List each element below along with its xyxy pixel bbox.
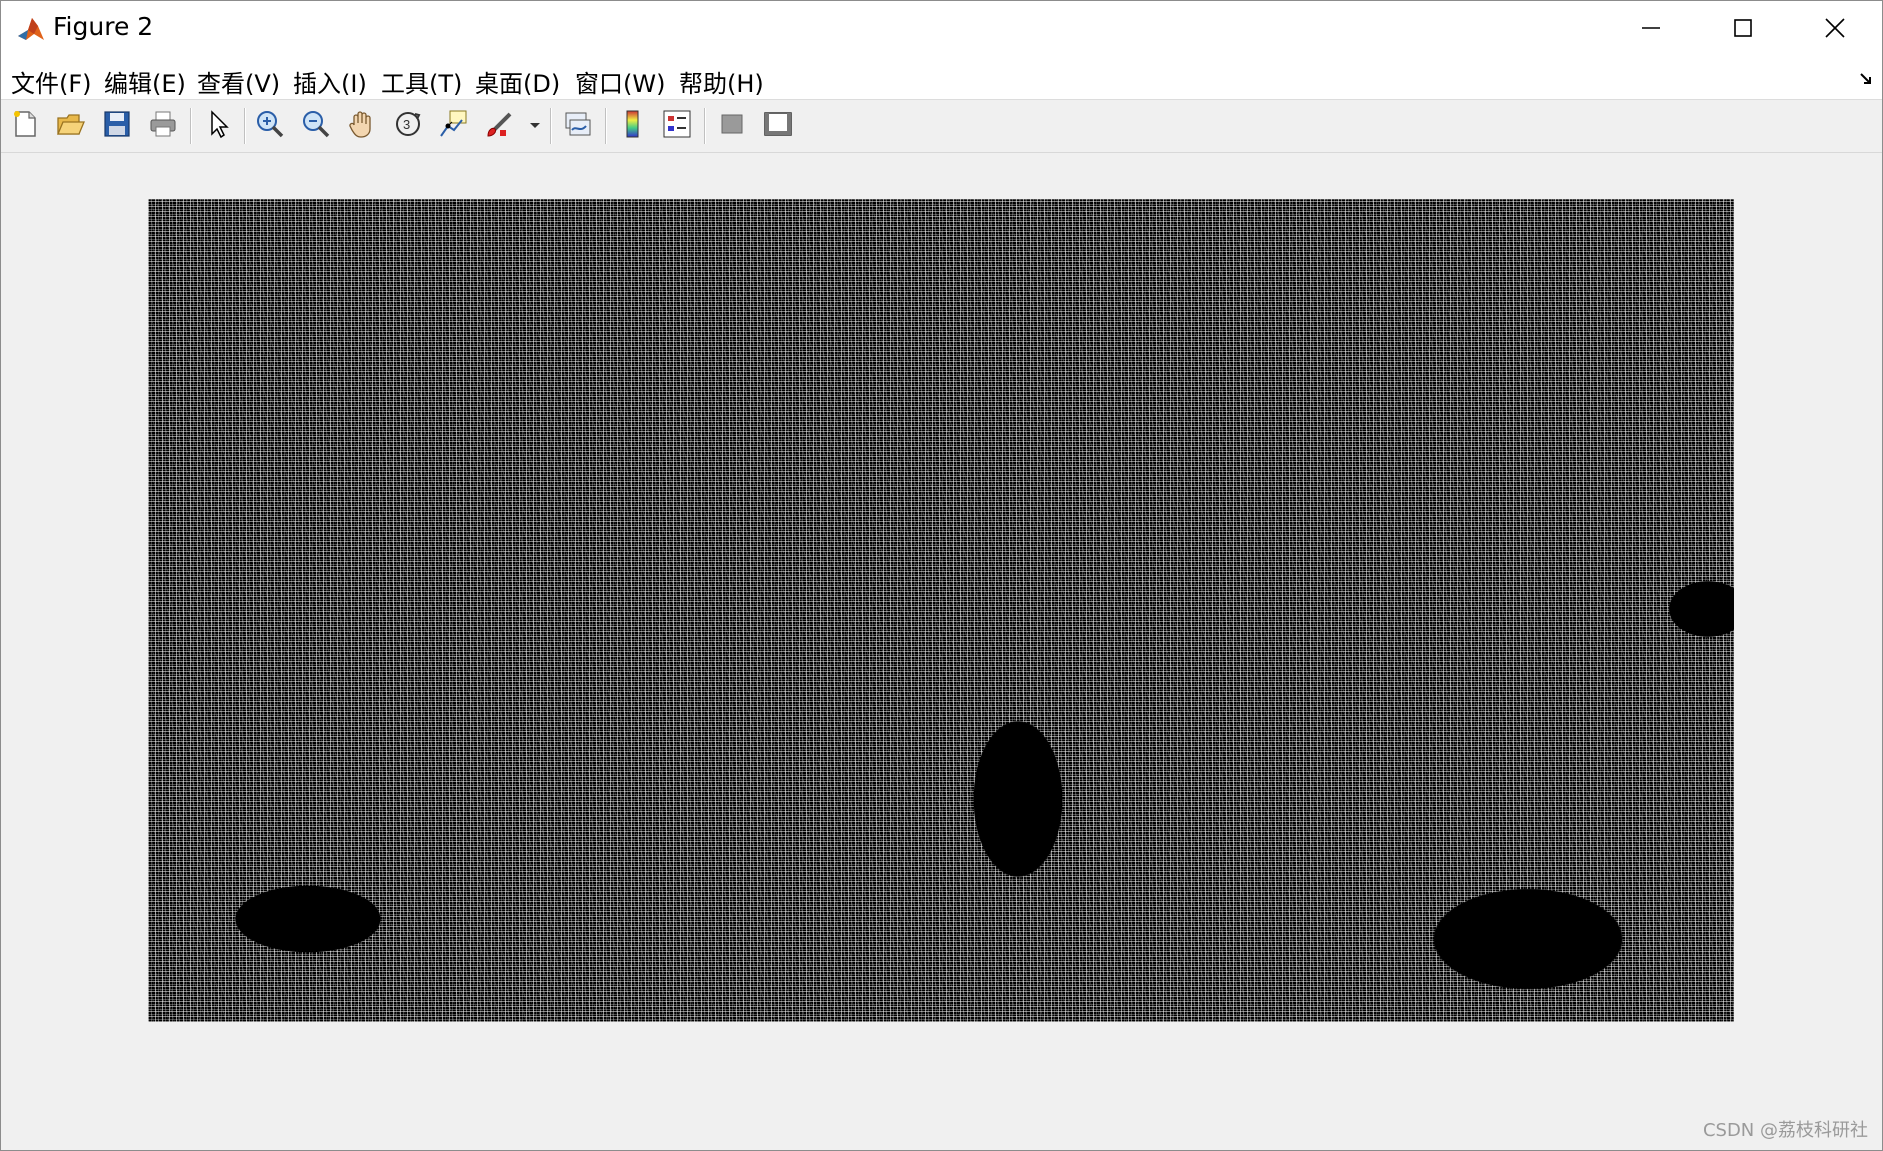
link-plot-icon	[562, 108, 594, 144]
zoom-in-button[interactable]	[252, 108, 288, 144]
rotate-3d-icon: 3	[392, 108, 424, 144]
brush-button[interactable]	[482, 108, 518, 144]
title-bar[interactable]: Figure 2	[1, 1, 1882, 59]
minimize-button[interactable]	[1605, 1, 1697, 59]
window-title: Figure 2	[53, 12, 154, 41]
zoom-out-button[interactable]	[298, 108, 334, 144]
dock-arrow-icon[interactable]	[1858, 71, 1874, 87]
select-pointer-icon	[202, 108, 234, 144]
brush-dropdown-button[interactable]	[527, 108, 543, 144]
print-button[interactable]	[145, 108, 181, 144]
figure-canvas: CSDN @荔枝科研社	[1, 153, 1882, 1150]
toolbar-separator	[550, 108, 552, 144]
new-figure-button[interactable]	[7, 108, 43, 144]
save-button[interactable]	[99, 108, 135, 144]
save-icon	[101, 108, 133, 144]
menu-edit[interactable]: 编辑(E)	[104, 64, 186, 99]
close-icon	[1824, 17, 1846, 43]
colorbar-button[interactable]	[615, 108, 651, 144]
toolbar-separator	[704, 108, 706, 144]
image-axes[interactable]	[148, 199, 1734, 1022]
toolbar-separator	[244, 108, 246, 144]
maximize-button[interactable]	[1697, 1, 1789, 59]
legend-button[interactable]	[659, 108, 695, 144]
svg-text:3: 3	[403, 117, 410, 132]
link-plot-button[interactable]	[560, 108, 596, 144]
pan-hand-icon	[346, 108, 378, 144]
menu-file[interactable]: 文件(F)	[11, 64, 92, 99]
rotate-3d-button[interactable]: 3	[390, 108, 426, 144]
figure-window: Figure 2 文件(F) 编辑(E) 查看(V) 插入(I) 工具(T) 桌…	[0, 0, 1883, 1151]
show-plot-tools-icon	[762, 108, 794, 144]
open-file-button[interactable]	[53, 108, 89, 144]
show-plot-tools-button[interactable]	[760, 108, 796, 144]
pan-button[interactable]	[344, 108, 380, 144]
menu-desktop[interactable]: 桌面(D)	[475, 64, 560, 99]
zoom-out-icon	[300, 108, 332, 144]
menu-bar: 文件(F) 编辑(E) 查看(V) 插入(I) 工具(T) 桌面(D) 窗口(W…	[1, 59, 1882, 100]
close-button[interactable]	[1789, 1, 1881, 59]
minimize-icon	[1640, 17, 1662, 43]
hide-plot-tools-button[interactable]	[714, 108, 750, 144]
legend-icon	[661, 108, 693, 144]
data-cursor-button[interactable]	[436, 108, 472, 144]
menu-insert[interactable]: 插入(I)	[293, 64, 367, 99]
print-icon	[147, 108, 179, 144]
menu-help[interactable]: 帮助(H)	[679, 64, 764, 99]
hide-plot-tools-icon	[716, 108, 748, 144]
open-file-icon	[55, 108, 87, 144]
menu-tools[interactable]: 工具(T)	[381, 64, 462, 99]
menu-view[interactable]: 查看(V)	[197, 64, 280, 99]
select-pointer-button[interactable]	[200, 108, 236, 144]
brush-dropdown-icon	[527, 108, 543, 144]
new-figure-icon	[9, 108, 41, 144]
zoom-in-icon	[254, 108, 286, 144]
data-cursor-icon	[438, 108, 470, 144]
colorbar-icon	[617, 108, 649, 144]
matlab-logo-icon	[16, 14, 46, 44]
maximize-icon	[1732, 17, 1754, 43]
brush-icon	[484, 108, 516, 144]
menu-window[interactable]: 窗口(W)	[575, 64, 665, 99]
toolbar-separator	[190, 108, 192, 144]
toolbar-separator	[605, 108, 607, 144]
watermark-text: CSDN @荔枝科研社	[1702, 1120, 1868, 1141]
figure-toolbar: 3	[1, 100, 1882, 153]
